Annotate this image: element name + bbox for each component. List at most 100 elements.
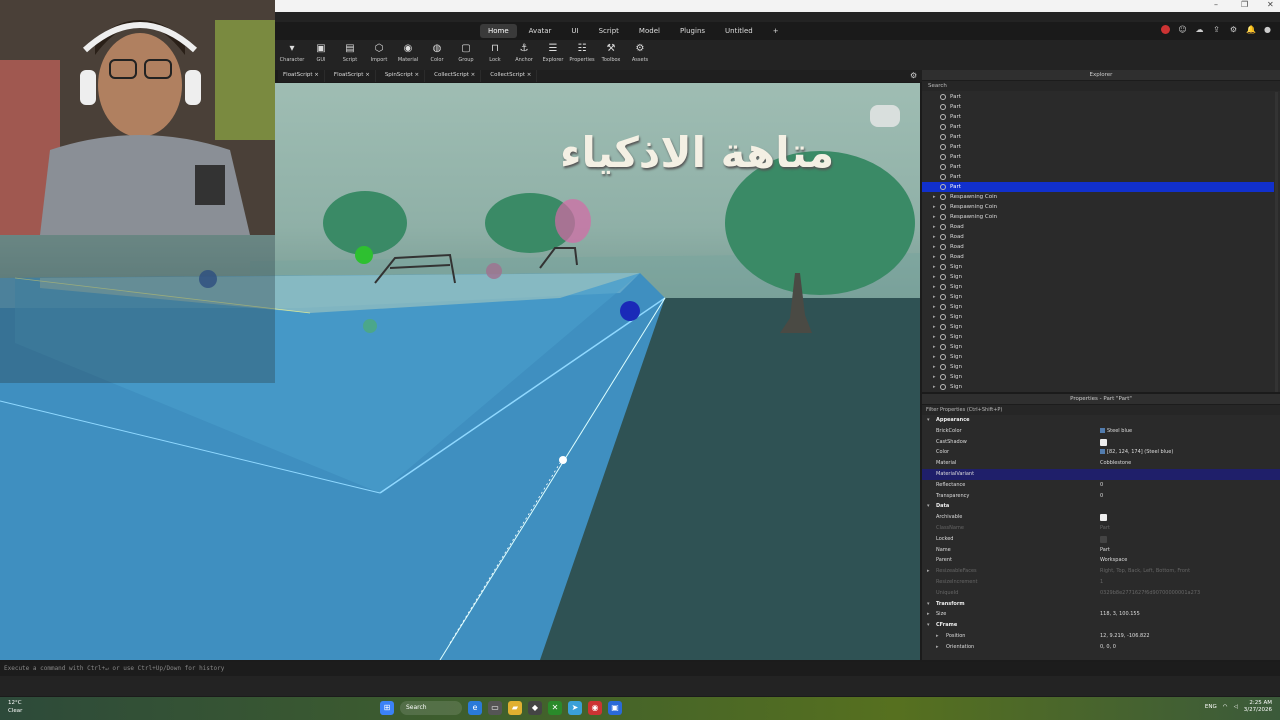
expand-arrow-icon[interactable]: ▸ [936, 642, 939, 653]
profile-icon[interactable]: ● [1263, 25, 1272, 34]
expand-arrow-icon[interactable]: ▸ [933, 232, 936, 242]
explorer-scrollbar[interactable] [1275, 92, 1278, 392]
explorer-row[interactable]: Part [922, 132, 1274, 142]
explorer-row[interactable]: Part [922, 122, 1274, 132]
property-section[interactable]: ▾ Data [922, 501, 1280, 512]
expand-arrow-icon[interactable]: ▸ [933, 372, 936, 382]
properties-filter-input[interactable]: Filter Properties (Ctrl+Shift+P) [922, 405, 1280, 415]
property-row[interactable]: BrickColor Steel blue [922, 426, 1280, 437]
property-row[interactable]: ▸ Size 118, 3, 100.155 [922, 609, 1280, 620]
expand-arrow-icon[interactable]: ▸ [933, 382, 936, 392]
tool-button[interactable]: ⚓ Anchor [512, 42, 536, 68]
script-tab[interactable]: FloatScript × [278, 70, 325, 82]
tool-button[interactable]: ◉ Material [396, 42, 420, 68]
clock[interactable]: 2:25 AM 3/27/2026 [1244, 700, 1272, 714]
tool-button[interactable]: ☰ Explorer [541, 42, 565, 68]
edge-icon[interactable]: e [468, 701, 482, 715]
property-row[interactable]: Archivable [922, 512, 1280, 523]
expand-arrow-icon[interactable]: ▸ [927, 609, 930, 620]
tool-button[interactable]: ◍ Color [425, 42, 449, 68]
xbox-icon[interactable]: ✕ [548, 701, 562, 715]
property-row[interactable]: Name Part [922, 545, 1280, 556]
property-value[interactable]: 0, 0, 0 [1100, 642, 1116, 653]
explorer-row[interactable]: ▸ Road [922, 232, 1274, 242]
expand-arrow-icon[interactable]: ▸ [933, 192, 936, 202]
explorer-row[interactable]: ▸ Sign [922, 332, 1274, 342]
explorer-row[interactable]: ▸ Respawning Coin [922, 192, 1274, 202]
close-icon[interactable]: ✕ [1267, 0, 1274, 9]
expand-arrow-icon[interactable]: ▸ [933, 262, 936, 272]
notifications-icon[interactable]: 🔔 [1246, 25, 1256, 34]
explorer-row[interactable]: ▸ Sign [922, 382, 1274, 392]
property-value[interactable]: 1 [1100, 577, 1103, 588]
settings-icon[interactable]: ⚙ [1229, 25, 1238, 34]
expand-arrow-icon[interactable]: ▸ [933, 272, 936, 282]
tool-button[interactable]: ⬡ Import [367, 42, 391, 68]
explorer-row[interactable]: ▸ Sign [922, 272, 1274, 282]
property-row[interactable]: Transparency 0 [922, 491, 1280, 502]
folder-icon[interactable]: ▰ [508, 701, 522, 715]
property-section[interactable]: ▾ Transform [922, 599, 1280, 610]
script-tab[interactable]: CollectScript × [485, 70, 538, 82]
expand-arrow-icon[interactable]: ▸ [933, 282, 936, 292]
expand-arrow-icon[interactable]: ▾ [927, 599, 930, 610]
property-row[interactable]: ▾ CFrame [922, 620, 1280, 631]
explorer-row[interactable]: ▸ Road [922, 252, 1274, 262]
property-value[interactable]: 118, 3, 100.155 [1100, 609, 1140, 620]
tab-home[interactable]: Home [480, 24, 517, 38]
explorer-row[interactable]: ▸ Sign [922, 362, 1274, 372]
explorer-row[interactable]: ▸ Sign [922, 312, 1274, 322]
expand-arrow-icon[interactable]: ▸ [933, 342, 936, 352]
property-row[interactable]: ResizeIncrement 1 [922, 577, 1280, 588]
expand-arrow-icon[interactable]: ▸ [933, 362, 936, 372]
script-tab[interactable]: FloatScript × [329, 70, 376, 82]
explorer-row[interactable]: ▸ Road [922, 222, 1274, 232]
property-row[interactable]: MaterialVariant [922, 468, 1280, 480]
record-icon[interactable] [1161, 25, 1170, 34]
wifi-icon[interactable]: ◠ [1223, 704, 1228, 710]
property-value[interactable]: 0 [1100, 491, 1103, 502]
explorer-row[interactable]: Part [922, 102, 1274, 112]
volume-icon[interactable]: ◁ [1234, 704, 1238, 710]
script-tab[interactable]: SpinScript × [380, 70, 426, 82]
explorer-row[interactable]: Part [922, 152, 1274, 162]
expand-arrow-icon[interactable]: ▸ [933, 302, 936, 312]
property-row[interactable]: UniqueId 0329b8e2771627f6d90700000001a273 [922, 588, 1280, 599]
tab-avatar[interactable]: Avatar [521, 24, 560, 38]
explorer-row[interactable]: Part [922, 92, 1274, 102]
property-value[interactable]: Part [1100, 545, 1110, 556]
explorer-row[interactable]: ▸ Sign [922, 262, 1274, 272]
property-value[interactable]: 0329b8e2771627f6d90700000001a273 [1100, 588, 1200, 599]
app-icon[interactable]: ◆ [528, 701, 542, 715]
property-row[interactable]: CastShadow [922, 437, 1280, 448]
expand-arrow-icon[interactable]: ▸ [933, 242, 936, 252]
viewport-settings-icon[interactable]: ⚙ [910, 71, 917, 80]
explorer-row[interactable]: ▸ Road [922, 242, 1274, 252]
avatar-icon[interactable]: ☺ [1178, 25, 1187, 34]
minimize-icon[interactable]: – [1214, 0, 1218, 9]
explorer-row[interactable]: Part [922, 142, 1274, 152]
property-row[interactable]: Reflectance 0 [922, 480, 1280, 491]
expand-arrow-icon[interactable]: ▸ [933, 252, 936, 262]
tool-button[interactable]: ▤ Script [338, 42, 362, 68]
explorer-row[interactable]: ▸ Sign [922, 342, 1274, 352]
property-value[interactable]: Part [1100, 523, 1110, 534]
explorer-row[interactable]: Part [922, 172, 1274, 182]
property-value[interactable]: 0 [1100, 480, 1103, 491]
expand-arrow-icon[interactable]: ▸ [933, 212, 936, 222]
explorer-row[interactable]: ▸ Sign [922, 282, 1274, 292]
explorer-row[interactable]: ▸ Sign [922, 372, 1274, 382]
property-checkbox[interactable] [1100, 535, 1107, 543]
property-row[interactable]: ▸ ResizeableFaces Right, Top, Back, Left, … [922, 566, 1280, 577]
tool-button[interactable]: ⚒ Toolbox [599, 42, 623, 68]
maximize-icon[interactable]: ❐ [1241, 0, 1248, 9]
explorer-row[interactable]: Part [922, 112, 1274, 122]
explorer-row[interactable]: ▸ Respawning Coin [922, 212, 1274, 222]
property-row[interactable]: ClassName Part [922, 523, 1280, 534]
weather-widget[interactable]: 12°C Clear [8, 699, 22, 715]
expand-arrow-icon[interactable]: ▾ [927, 415, 930, 426]
property-row[interactable]: Locked [922, 534, 1280, 545]
property-checkbox[interactable] [1100, 438, 1107, 446]
property-checkbox[interactable] [1100, 514, 1107, 522]
property-value[interactable]: 12, 9.219, -106.822 [1100, 631, 1150, 642]
